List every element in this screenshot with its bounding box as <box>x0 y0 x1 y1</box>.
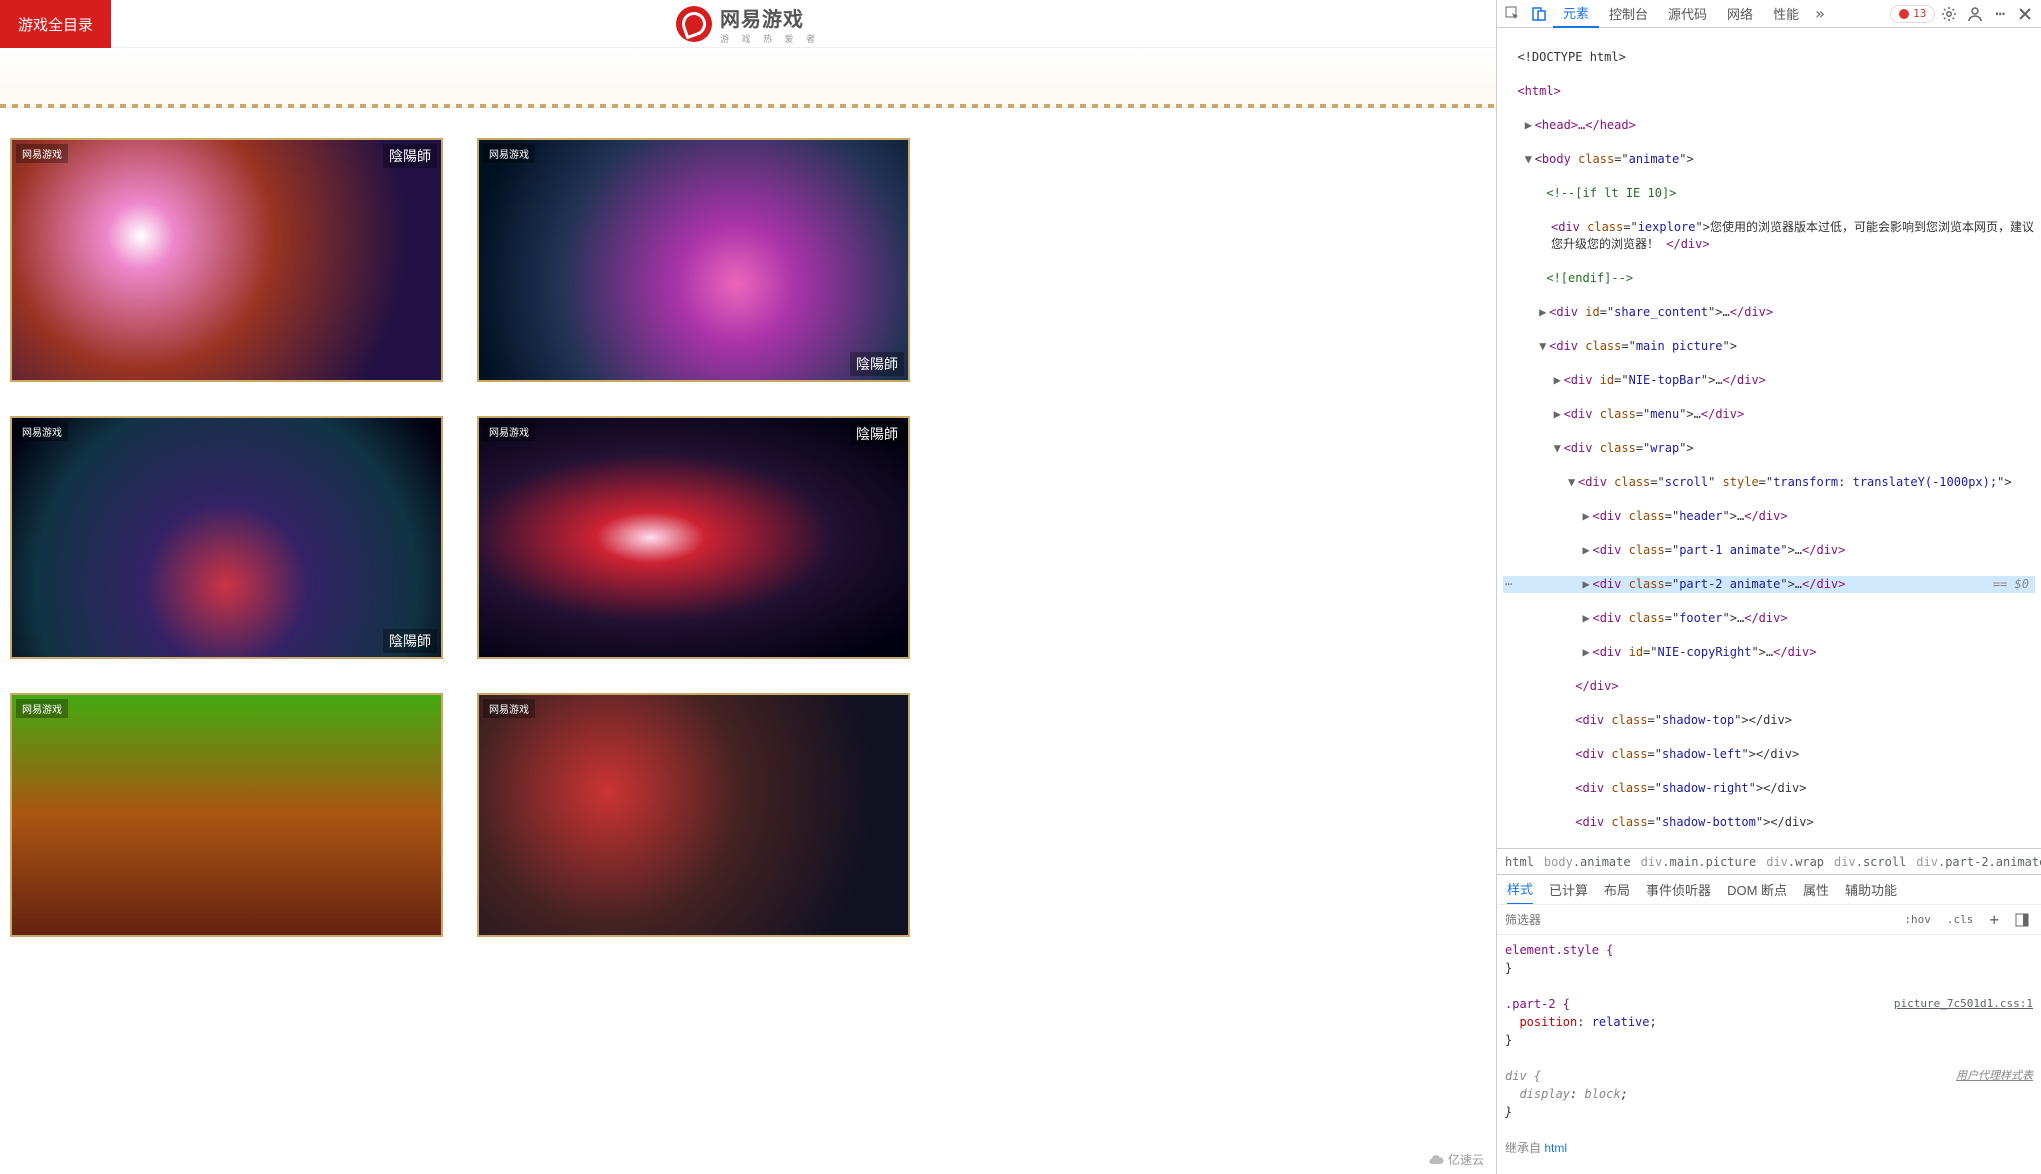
devtools-toolbar: 元素 控制台 源代码 网络 性能 » 13 ⋯ <box>1497 0 2041 28</box>
tab-elements[interactable]: 元素 <box>1553 0 1599 28</box>
thumb-game-tag: 陰陽師 <box>383 144 437 168</box>
device-toolbar-icon[interactable] <box>1527 3 1551 25</box>
tab-network[interactable]: 网络 <box>1717 0 1763 28</box>
tab-event-listeners[interactable]: 事件侦听器 <box>1646 880 1711 899</box>
selected-dom-node[interactable]: ⋯ ▶<div class="part-2 animate">…</div>==… <box>1503 576 2035 593</box>
thumb-brand-tag: 网易游戏 <box>483 699 535 718</box>
user-agent-label: 用户代理样式表 <box>1956 1067 2033 1085</box>
expand-triangle-icon[interactable]: ▶ <box>1525 117 1535 134</box>
tab-console[interactable]: 控制台 <box>1599 0 1658 28</box>
thumb-brand-tag: 网易游戏 <box>16 144 68 163</box>
styles-tabs: 样式 已计算 布局 事件侦听器 DOM 断点 属性 辅助功能 <box>1497 874 2041 904</box>
breadcrumb-item[interactable]: body.animate <box>1544 855 1631 869</box>
close-devtools-icon[interactable] <box>2013 3 2037 25</box>
tab-dom-breakpoints[interactable]: DOM 断点 <box>1727 880 1787 899</box>
more-menu-icon[interactable]: ⋯ <box>1989 4 2011 23</box>
wallpaper-thumb[interactable]: 网易游戏 陰陽師 <box>10 416 443 660</box>
wallpaper-thumb[interactable]: 网易游戏 陰陽師 <box>10 138 443 382</box>
tabs-overflow-icon[interactable]: » <box>1809 4 1831 23</box>
account-icon[interactable] <box>1963 3 1987 25</box>
tab-accessibility[interactable]: 辅助功能 <box>1845 880 1897 899</box>
brand-logo-block[interactable]: 网易游戏 游 戏 热 爱 者 <box>676 3 820 45</box>
breadcrumb-item[interactable]: html <box>1505 855 1534 869</box>
wallpaper-thumb[interactable]: 网易游戏 陰陽師 <box>477 416 910 660</box>
settings-gear-icon[interactable] <box>1937 3 1961 25</box>
new-style-rule-icon[interactable]: + <box>1985 910 2003 929</box>
game-directory-button[interactable]: 游戏全目录 <box>0 0 111 48</box>
tab-properties[interactable]: 属性 <box>1803 880 1829 899</box>
hov-toggle[interactable]: :hov <box>1900 913 1935 926</box>
wallpaper-thumb[interactable]: 网易游戏 陰陽師 <box>477 138 910 382</box>
cloud-icon <box>1428 1152 1444 1168</box>
dom-tree[interactable]: <!DOCTYPE html> <html> ▶<head>…</head> ▼… <box>1497 28 2041 848</box>
tab-performance[interactable]: 性能 <box>1763 0 1809 28</box>
brand-subtitle: 游 戏 热 爱 者 <box>720 32 820 45</box>
source-link[interactable]: picture_7c501d1.css:1 <box>1894 995 2033 1013</box>
thumb-brand-tag: 网易游戏 <box>16 422 68 441</box>
wallpaper-thumb[interactable]: 网易游戏 <box>10 693 443 937</box>
thumb-game-tag: 陰陽師 <box>383 629 437 653</box>
thumb-brand-tag: 网易游戏 <box>16 699 68 718</box>
page-header: 游戏全目录 网易游戏 游 戏 热 爱 者 <box>0 0 1496 48</box>
tab-styles[interactable]: 样式 <box>1507 875 1533 905</box>
wallpaper-gallery[interactable]: 网易游戏 陰陽師 网易游戏 陰陽師 网易游戏 陰陽師 网易游戏 陰陽師 网易游戏 <box>0 108 1496 1174</box>
netease-logo-icon <box>676 6 712 42</box>
styles-filter-input[interactable] <box>1505 913 1892 927</box>
wallpaper-thumb[interactable]: 网易游戏 <box>477 693 910 937</box>
tab-computed[interactable]: 已计算 <box>1549 880 1588 899</box>
breadcrumb-item[interactable]: div.scroll <box>1834 855 1906 869</box>
error-count: 13 <box>1913 7 1926 20</box>
breadcrumb-item[interactable]: div.part-2.animate <box>1916 855 2041 869</box>
toggle-sidebar-icon[interactable] <box>2011 913 2033 927</box>
tab-layout[interactable]: 布局 <box>1604 880 1630 899</box>
breadcrumb-item[interactable]: div.main.picture <box>1641 855 1757 869</box>
breadcrumb-item[interactable]: div.wrap <box>1766 855 1824 869</box>
dom-breadcrumb[interactable]: html body.animate div.main.picture div.w… <box>1497 848 2041 874</box>
cls-toggle[interactable]: .cls <box>1943 913 1978 926</box>
brand-title: 网易游戏 <box>720 3 804 32</box>
collapse-triangle-icon[interactable]: ▼ <box>1525 151 1535 168</box>
inspect-element-icon[interactable] <box>1501 3 1525 25</box>
thumb-brand-tag: 网易游戏 <box>483 144 535 163</box>
sub-nav-bar <box>0 48 1496 108</box>
webpage-viewport: 游戏全目录 网易游戏 游 戏 热 爱 者 网易游戏 陰陽師 网易游戏 陰陽師 <box>0 0 1496 1174</box>
error-dot-icon <box>1899 9 1909 19</box>
styles-filter-row: :hov .cls + <box>1497 904 2041 934</box>
thumb-brand-tag: 网易游戏 <box>483 422 535 441</box>
styles-pane[interactable]: element.style { } picture_7c501d1.css:1.… <box>1497 934 2041 1174</box>
footer-credit: 亿速云 <box>1428 1151 1484 1168</box>
thumb-game-tag: 陰陽師 <box>850 422 904 446</box>
error-count-badge[interactable]: 13 <box>1890 5 1935 23</box>
devtools-panel: 元素 控制台 源代码 网络 性能 » 13 ⋯ <!DOC <box>1496 0 2041 1174</box>
tab-sources[interactable]: 源代码 <box>1658 0 1717 28</box>
thumb-game-tag: 陰陽師 <box>850 352 904 376</box>
